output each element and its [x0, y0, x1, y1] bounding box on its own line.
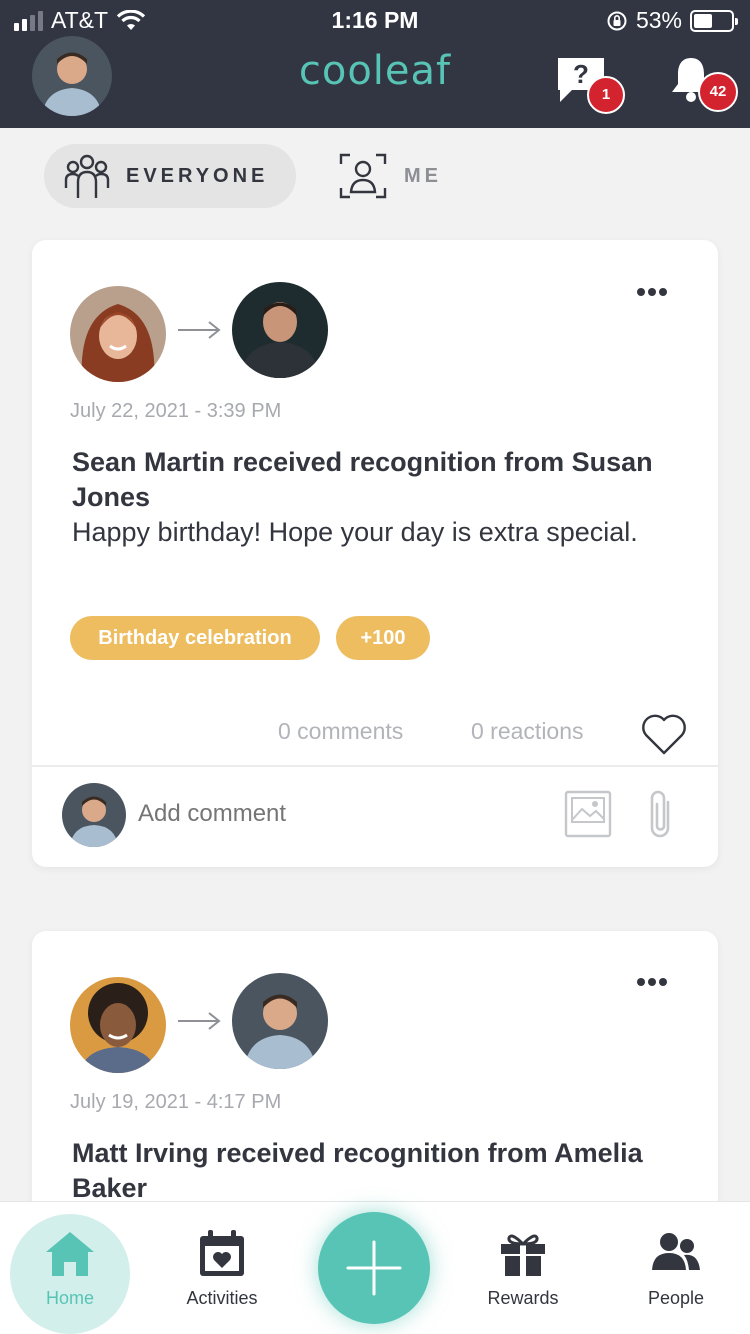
filter-me[interactable]: ME: [338, 144, 442, 208]
notification-badge: 42: [698, 72, 738, 112]
nav-rewards-label: Rewards: [487, 1288, 559, 1308]
arrow-right-icon: [178, 1012, 221, 1030]
post-date: July 22, 2021 - 3:39 PM: [70, 400, 282, 422]
filter-everyone-label: EVERYONE: [126, 164, 269, 187]
nav-people[interactable]: People: [606, 1202, 746, 1334]
app-logo: cooleaf: [298, 48, 452, 94]
reactions-count[interactable]: 0 reactions: [471, 718, 584, 745]
more-icon[interactable]: [636, 977, 668, 987]
arrow-right-icon: [178, 321, 221, 339]
card-divider: [32, 765, 718, 767]
gift-icon: [501, 1234, 545, 1276]
add-button[interactable]: [318, 1212, 430, 1324]
group-icon: [64, 154, 110, 198]
image-icon[interactable]: [564, 790, 612, 838]
tag-birthday[interactable]: Birthday celebration: [70, 616, 320, 660]
post-message: Happy birthday! Hope your day is extra s…: [72, 517, 638, 547]
comment-input[interactable]: [138, 800, 518, 828]
sender-avatar[interactable]: [70, 977, 166, 1073]
svg-text:?: ?: [573, 59, 589, 89]
more-icon[interactable]: [636, 287, 668, 297]
app-header: AT&T 1:16 PM 53% cooleaf ? 1 42: [0, 0, 750, 128]
recipient-avatar[interactable]: [232, 282, 328, 378]
post-headline: Sean Martin received recognition from Su…: [72, 447, 653, 512]
nav-home-label: Home: [45, 1288, 94, 1308]
feed-card: July 22, 2021 - 3:39 PM Sean Martin rece…: [32, 240, 718, 867]
nav-home[interactable]: Home: [0, 1202, 140, 1334]
paperclip-icon[interactable]: [642, 788, 678, 840]
recipient-avatar[interactable]: [232, 973, 328, 1069]
post-date: July 19, 2021 - 4:17 PM: [70, 1091, 282, 1113]
battery-percent: 53%: [635, 7, 682, 33]
nav-people-label: People: [647, 1288, 705, 1308]
nav-rewards[interactable]: Rewards: [453, 1202, 593, 1334]
tag-points[interactable]: +100: [336, 616, 430, 660]
feed-card: July 19, 2021 - 4:17 PM Matt Irving rece…: [32, 931, 718, 1231]
commenter-avatar: [62, 783, 126, 847]
home-icon: [46, 1232, 94, 1276]
calendar-icon: [200, 1230, 244, 1276]
comments-count[interactable]: 0 comments: [278, 718, 403, 745]
help-badge: 1: [587, 76, 625, 114]
battery-icon: [690, 9, 738, 32]
people-icon: [652, 1233, 700, 1270]
filter-me-label: ME: [404, 164, 442, 187]
status-right: 53%: [606, 7, 738, 34]
orientation-lock-icon: [607, 11, 627, 30]
nav-activities[interactable]: Activities: [152, 1202, 292, 1334]
post-headline: Matt Irving received recognition from Am…: [72, 1138, 643, 1203]
sender-avatar[interactable]: [70, 286, 166, 382]
nav-activities-label: Activities: [186, 1288, 258, 1308]
filter-everyone[interactable]: EVERYONE: [44, 144, 296, 208]
plus-icon: [346, 1240, 402, 1296]
heart-icon[interactable]: [640, 712, 688, 756]
person-focus-icon: [339, 153, 387, 199]
status-bar: AT&T 1:16 PM 53%: [0, 0, 750, 40]
